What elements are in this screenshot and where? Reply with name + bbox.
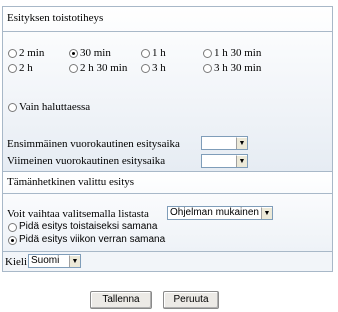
radio-1-h-30-min-label: 1 h 30 min	[214, 47, 262, 59]
last-time-label: Viimeinen vuorokautinen esitysaika	[7, 155, 166, 167]
program-select[interactable]: Ohjelman mukainen ▼	[167, 206, 273, 220]
program-select-value: Ohjelman mukainen	[170, 207, 259, 218]
change-label: Voit vaihtaa valitsemalla listasta	[7, 208, 149, 220]
radio-1-h-30-min[interactable]	[203, 49, 212, 58]
chevron-down-icon[interactable]: ▼	[69, 255, 80, 267]
chevron-down-icon[interactable]: ▼	[236, 137, 247, 149]
radio-on-request-label: Vain haluttaessa	[19, 101, 91, 113]
current-program-title: Tämänhetkinen valittu esitys	[7, 176, 135, 188]
chevron-down-icon[interactable]: ▼	[236, 155, 247, 167]
radio-30-min-label: 30 min	[80, 47, 111, 59]
radio-1-h[interactable]	[141, 49, 150, 58]
radio-3-h-30-min-label: 3 h 30 min	[214, 62, 262, 74]
first-time-label: Ensimmäinen vuorokautinen esitysaika	[7, 138, 180, 150]
language-panel: Kieli Suomi ▼	[2, 252, 333, 272]
language-select[interactable]: Suomi ▼	[28, 254, 81, 268]
radio-2-h-label: 2 h	[19, 62, 33, 74]
language-label: Kieli	[5, 256, 27, 268]
save-button[interactable]: Tallenna	[90, 291, 152, 309]
divider	[3, 193, 332, 194]
last-time-select[interactable]: ▼	[201, 154, 248, 168]
radio-keep-until-further-label: Pidä esitys toistaiseksi samana	[19, 221, 158, 232]
radio-30-min[interactable]	[69, 49, 78, 58]
radio-2-h-30-min-label: 2 h 30 min	[80, 62, 128, 74]
repeat-frequency-title: Esityksen toistotiheys	[7, 12, 104, 24]
cancel-button[interactable]: Peruuta	[163, 291, 219, 309]
radio-2-min-label: 2 min	[19, 47, 45, 59]
radio-keep-until-further[interactable]	[8, 223, 17, 232]
radio-3-h-30-min[interactable]	[203, 64, 212, 73]
radio-3-h-label: 3 h	[152, 62, 166, 74]
radio-2-h-30-min[interactable]	[69, 64, 78, 73]
radio-3-h[interactable]	[141, 64, 150, 73]
radio-2-h[interactable]	[8, 64, 17, 73]
repeat-frequency-panel: Esityksen toistotiheys 2 min 30 min 1 h …	[2, 6, 333, 172]
divider	[3, 31, 332, 32]
first-time-select[interactable]: ▼	[201, 136, 248, 150]
current-program-panel: Tämänhetkinen valittu esitys Voit vaihta…	[2, 172, 333, 252]
radio-on-request[interactable]	[8, 103, 17, 112]
language-select-value: Suomi	[31, 255, 60, 266]
radio-2-min[interactable]	[8, 49, 17, 58]
radio-1-h-label: 1 h	[152, 47, 166, 59]
radio-keep-week-label: Pidä esitys viikon verran samana	[19, 234, 166, 245]
radio-keep-week[interactable]	[8, 236, 17, 245]
chevron-down-icon[interactable]: ▼	[261, 207, 272, 219]
